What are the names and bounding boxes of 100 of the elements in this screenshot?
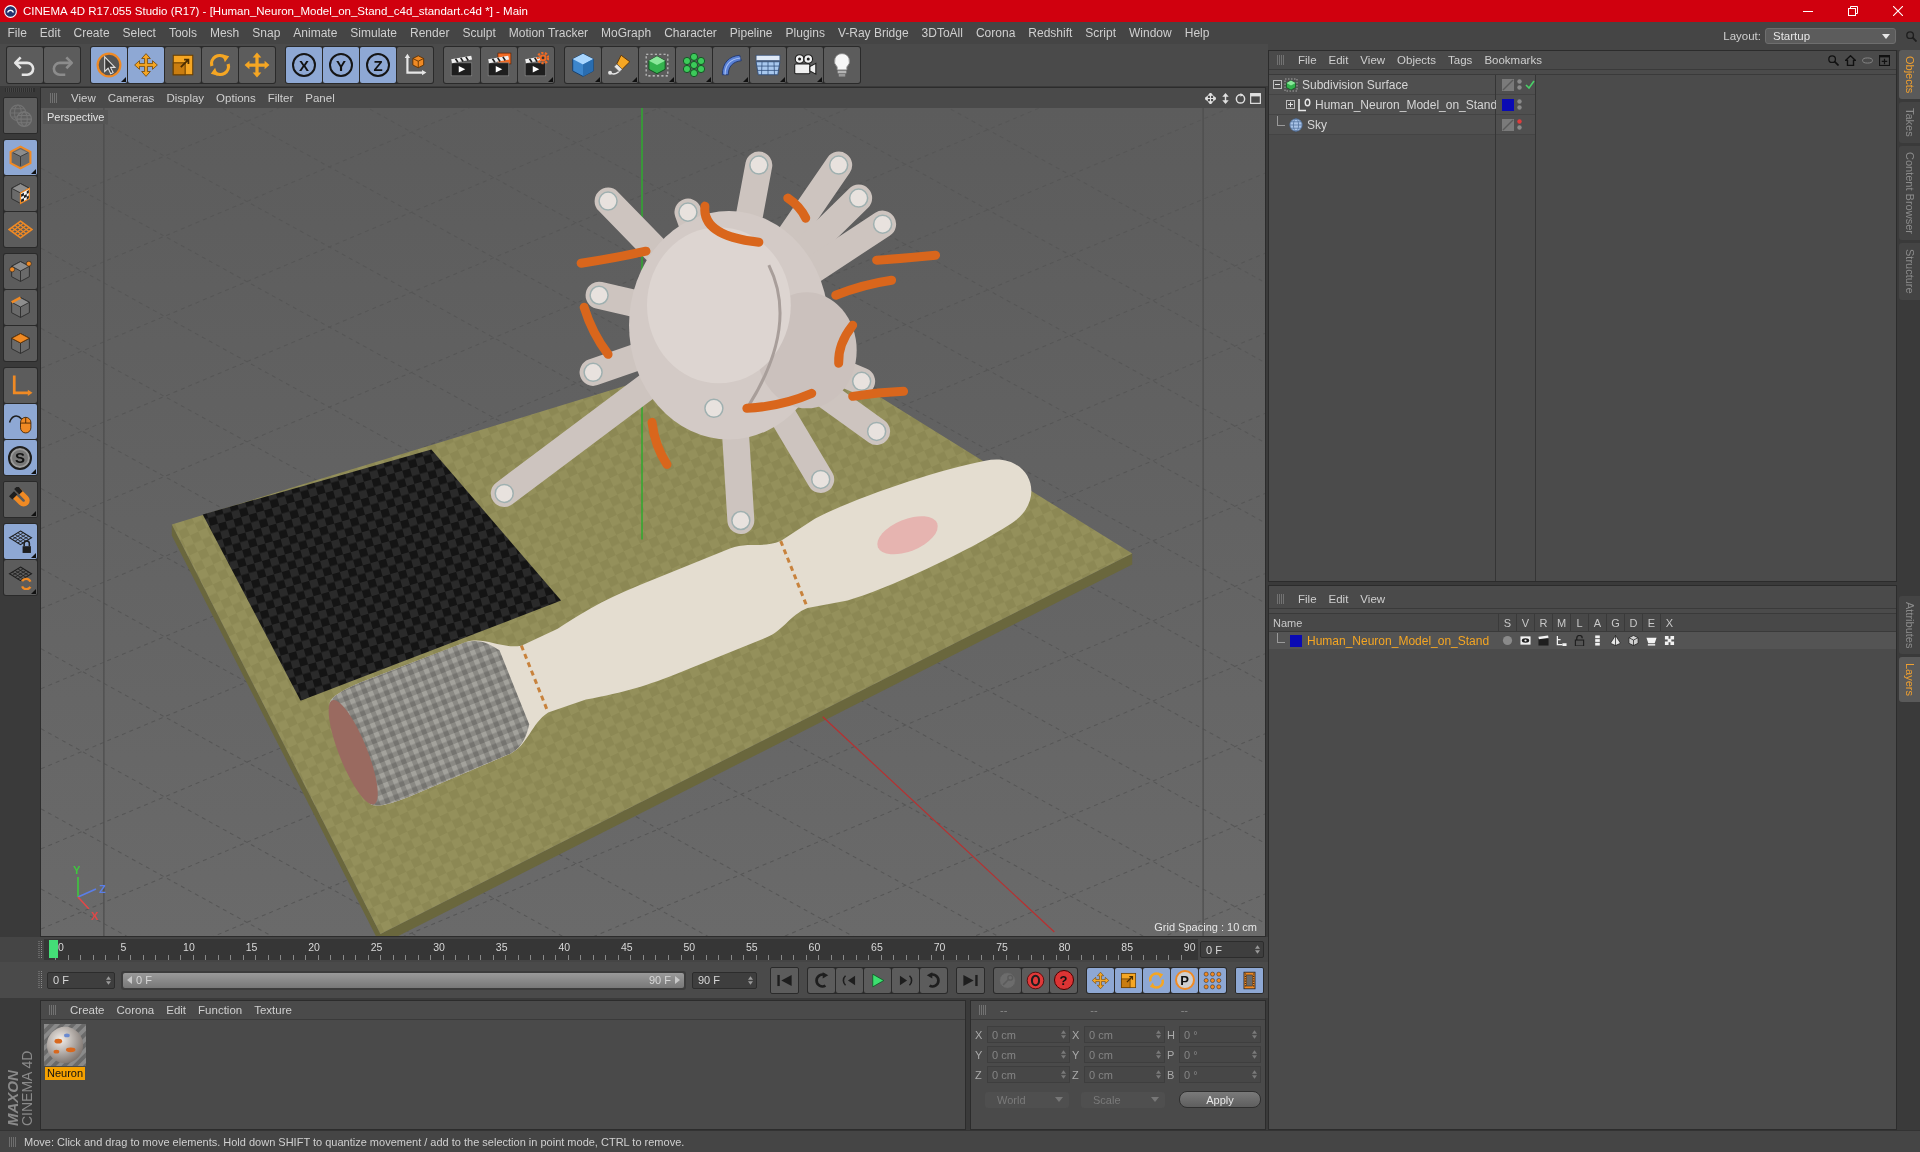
- column-header[interactable]: M: [1552, 614, 1570, 631]
- column-header[interactable]: R: [1534, 614, 1552, 631]
- menu-item[interactable]: Mesh: [203, 24, 246, 42]
- grip-icon[interactable]: [49, 93, 59, 103]
- column-header[interactable]: L: [1570, 614, 1588, 631]
- menu-item[interactable]: File: [1292, 590, 1323, 608]
- layer-row[interactable]: Human_Neuron_Model_on_Stand: [1269, 632, 1896, 649]
- pen-button[interactable]: [602, 47, 638, 83]
- menu-item[interactable]: MoGraph: [594, 24, 658, 42]
- undo-button[interactable]: [7, 47, 43, 83]
- rotate-button[interactable]: [202, 47, 238, 83]
- grip-icon[interactable]: [38, 939, 43, 960]
- eye-icon[interactable]: [1519, 635, 1531, 646]
- select-button[interactable]: [91, 47, 127, 83]
- point-level-button[interactable]: [1199, 967, 1226, 993]
- dot-icon[interactable]: [1501, 635, 1513, 646]
- loop-forward-button[interactable]: [920, 967, 947, 993]
- hierarchy-icon[interactable]: [1555, 635, 1567, 646]
- puzzle-icon[interactable]: [1663, 635, 1675, 646]
- render-view-button[interactable]: [444, 47, 480, 83]
- menu-item[interactable]: Bookmarks: [1478, 51, 1548, 69]
- column-header[interactable]: Name: [1269, 614, 1498, 631]
- menu-item[interactable]: File: [1292, 51, 1323, 69]
- menu-item[interactable]: Animate: [286, 24, 344, 42]
- material-name[interactable]: Neuron: [44, 1067, 86, 1080]
- visibility-dots-icon[interactable]: [1517, 99, 1522, 110]
- column-header[interactable]: A: [1588, 614, 1606, 631]
- record-button[interactable]: [1022, 967, 1049, 993]
- menu-item[interactable]: Panel: [299, 89, 341, 107]
- column-header[interactable]: S: [1498, 614, 1516, 631]
- menu-item[interactable]: Plugins: [779, 24, 832, 42]
- maximize-icon[interactable]: [1250, 92, 1261, 104]
- menu-item[interactable]: Corona: [969, 24, 1022, 42]
- timeline-button[interactable]: [1235, 966, 1264, 994]
- menu-item[interactable]: Edit: [1322, 51, 1355, 69]
- move-button[interactable]: [1087, 967, 1114, 993]
- object-name[interactable]: Sky: [1307, 117, 1327, 132]
- timeline-ruler[interactable]: 0 5 10 15 20 25 30 35 40 45 50 55 60 65 70 75 80 85 90: [44, 939, 1198, 960]
- render-settings-button[interactable]: [518, 47, 554, 83]
- menu-item[interactable]: View: [65, 89, 102, 107]
- menu-item[interactable]: Create: [64, 1001, 111, 1019]
- edges-mode-button[interactable]: [3, 290, 37, 325]
- menu-item[interactable]: View: [1354, 51, 1392, 69]
- go-start-button[interactable]: [770, 966, 799, 994]
- cube-button[interactable]: [565, 47, 601, 83]
- axis-lock-button[interactable]: Y: [323, 47, 359, 83]
- layer-name[interactable]: Human_Neuron_Model_on_Stand: [1307, 633, 1490, 648]
- rotate-button[interactable]: [1143, 967, 1170, 993]
- clapperboard-icon[interactable]: [1537, 635, 1549, 646]
- grip-icon[interactable]: [1276, 55, 1286, 65]
- side-tab[interactable]: Layers: [1899, 657, 1920, 703]
- axis-mode-button[interactable]: [3, 368, 37, 403]
- planar-workplane-button[interactable]: [3, 560, 37, 595]
- end-frame-field[interactable]: 90 F: [692, 971, 757, 989]
- floor-button[interactable]: [750, 47, 786, 83]
- menu-item[interactable]: Motion Tracker: [502, 24, 595, 42]
- column-header[interactable]: X: [1660, 614, 1678, 631]
- loop-back-button[interactable]: [808, 967, 835, 993]
- layout-dropdown[interactable]: Startup: [1765, 28, 1896, 44]
- viewport-canvas[interactable]: Perspective Y Z X Grid Spacing : 10 cm: [41, 108, 1265, 936]
- transform-button[interactable]: [239, 47, 275, 83]
- grip-icon[interactable]: [48, 1005, 58, 1015]
- subdivision-button[interactable]: [639, 47, 675, 83]
- visibility-dots-icon[interactable]: [1517, 119, 1522, 130]
- menu-item[interactable]: Cameras: [101, 89, 161, 107]
- go-end-button[interactable]: [956, 966, 985, 994]
- menu-item[interactable]: Tools: [162, 24, 204, 42]
- pan-icon[interactable]: [1205, 92, 1216, 104]
- check-icon[interactable]: [1525, 80, 1535, 89]
- menu-item[interactable]: Snap: [245, 24, 287, 42]
- menu-item[interactable]: Filter: [261, 89, 300, 107]
- menu-item[interactable]: Edit: [1322, 590, 1355, 608]
- menu-item[interactable]: V-Ray Bridge: [831, 24, 916, 42]
- menu-item[interactable]: Options: [210, 89, 262, 107]
- menu-item[interactable]: Render: [403, 24, 456, 42]
- render-picture-button[interactable]: [481, 47, 517, 83]
- expand-icon[interactable]: [1286, 100, 1295, 109]
- menu-item[interactable]: Create: [67, 24, 117, 42]
- menu-item[interactable]: Corona: [110, 1001, 161, 1019]
- solo-button[interactable]: S: [3, 440, 37, 475]
- workplane-lock-button[interactable]: [3, 524, 37, 559]
- menu-item[interactable]: Tags: [1442, 51, 1479, 69]
- menu-item[interactable]: Pipeline: [723, 24, 780, 42]
- axis-lock-button[interactable]: Z: [360, 47, 396, 83]
- light-button[interactable]: [824, 47, 860, 83]
- grip-icon[interactable]: [978, 1005, 988, 1015]
- menu-item[interactable]: Character: [657, 24, 724, 42]
- column-header[interactable]: V: [1516, 614, 1534, 631]
- lock-icon[interactable]: [1573, 635, 1585, 646]
- play-button[interactable]: [864, 967, 891, 993]
- menu-item[interactable]: Script: [1078, 24, 1123, 42]
- menu-item[interactable]: Edit: [160, 1001, 193, 1019]
- menu-item[interactable]: Simulate: [343, 24, 404, 42]
- menu-item[interactable]: Display: [160, 89, 211, 107]
- zoom-icon[interactable]: [1220, 92, 1231, 104]
- texture-mode-button[interactable]: [3, 176, 37, 211]
- scale-button[interactable]: [165, 47, 201, 83]
- collapse-icon[interactable]: [1273, 80, 1282, 89]
- snap-button[interactable]: [2, 481, 38, 518]
- menu-item[interactable]: 3DToAll: [915, 24, 970, 42]
